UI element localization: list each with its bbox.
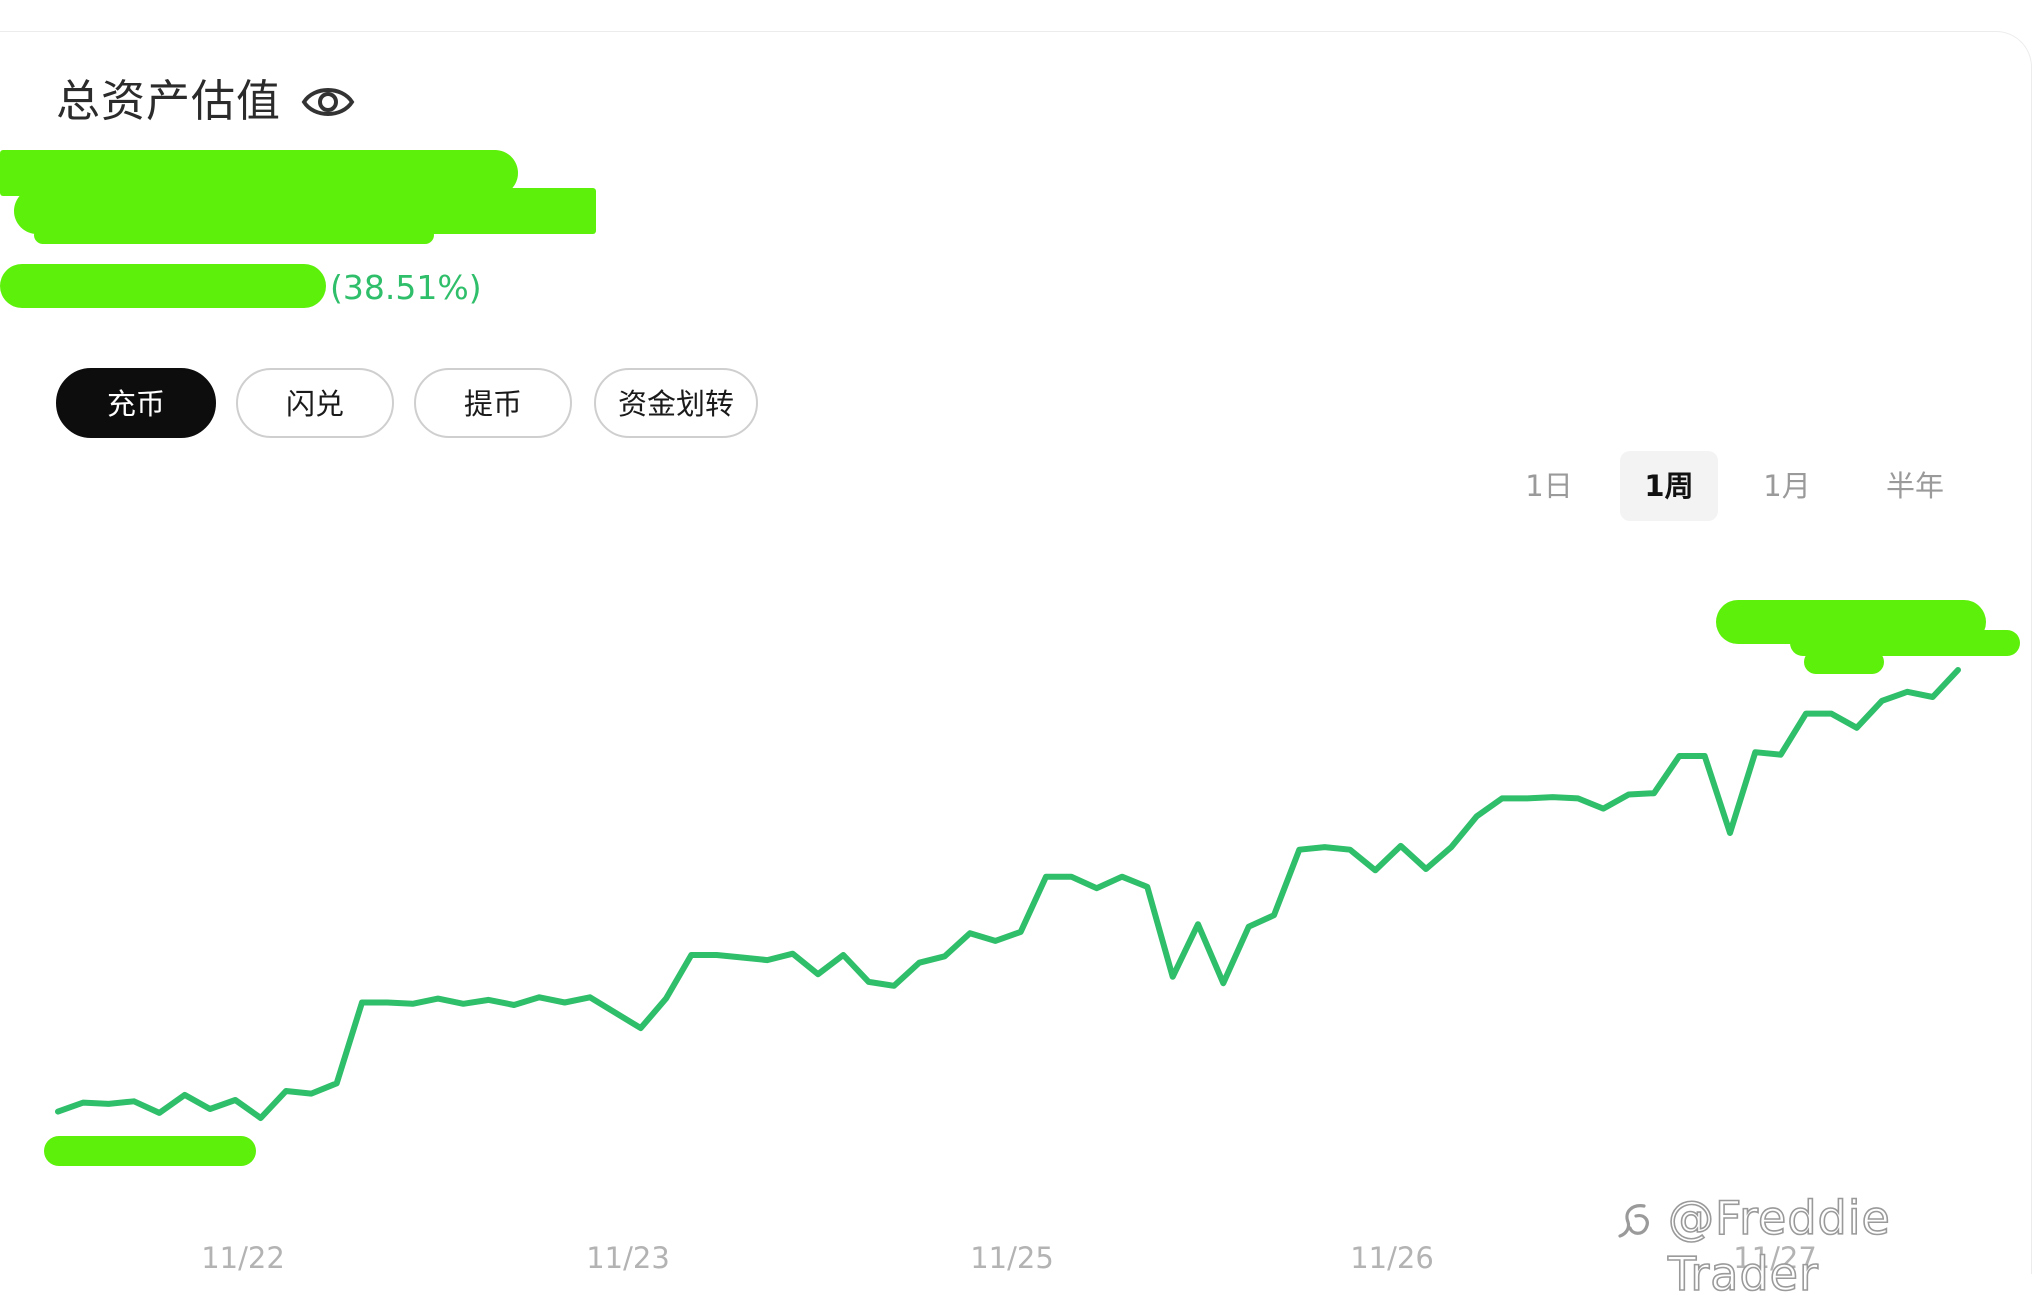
asset-line-chart: 11/22 11/23 11/25 11/26 11/27 — [44, 600, 2020, 1274]
x-tick-label: 11/25 — [970, 1241, 1054, 1274]
x-axis-ticks: 11/22 11/23 11/25 11/26 11/27 — [201, 1241, 1817, 1274]
redacted-min-label — [44, 1136, 256, 1166]
redacted-max-label-3 — [1804, 650, 1884, 674]
watermark-text: @Freddie Trader — [1667, 1190, 1891, 1302]
x-tick-label: 11/26 — [1350, 1241, 1434, 1274]
x-tick-label: 11/23 — [586, 1241, 670, 1274]
weibo-logo-icon — [1618, 1204, 1649, 1238]
series-line — [55, 667, 1961, 1121]
x-tick-label: 11/22 — [201, 1241, 285, 1274]
